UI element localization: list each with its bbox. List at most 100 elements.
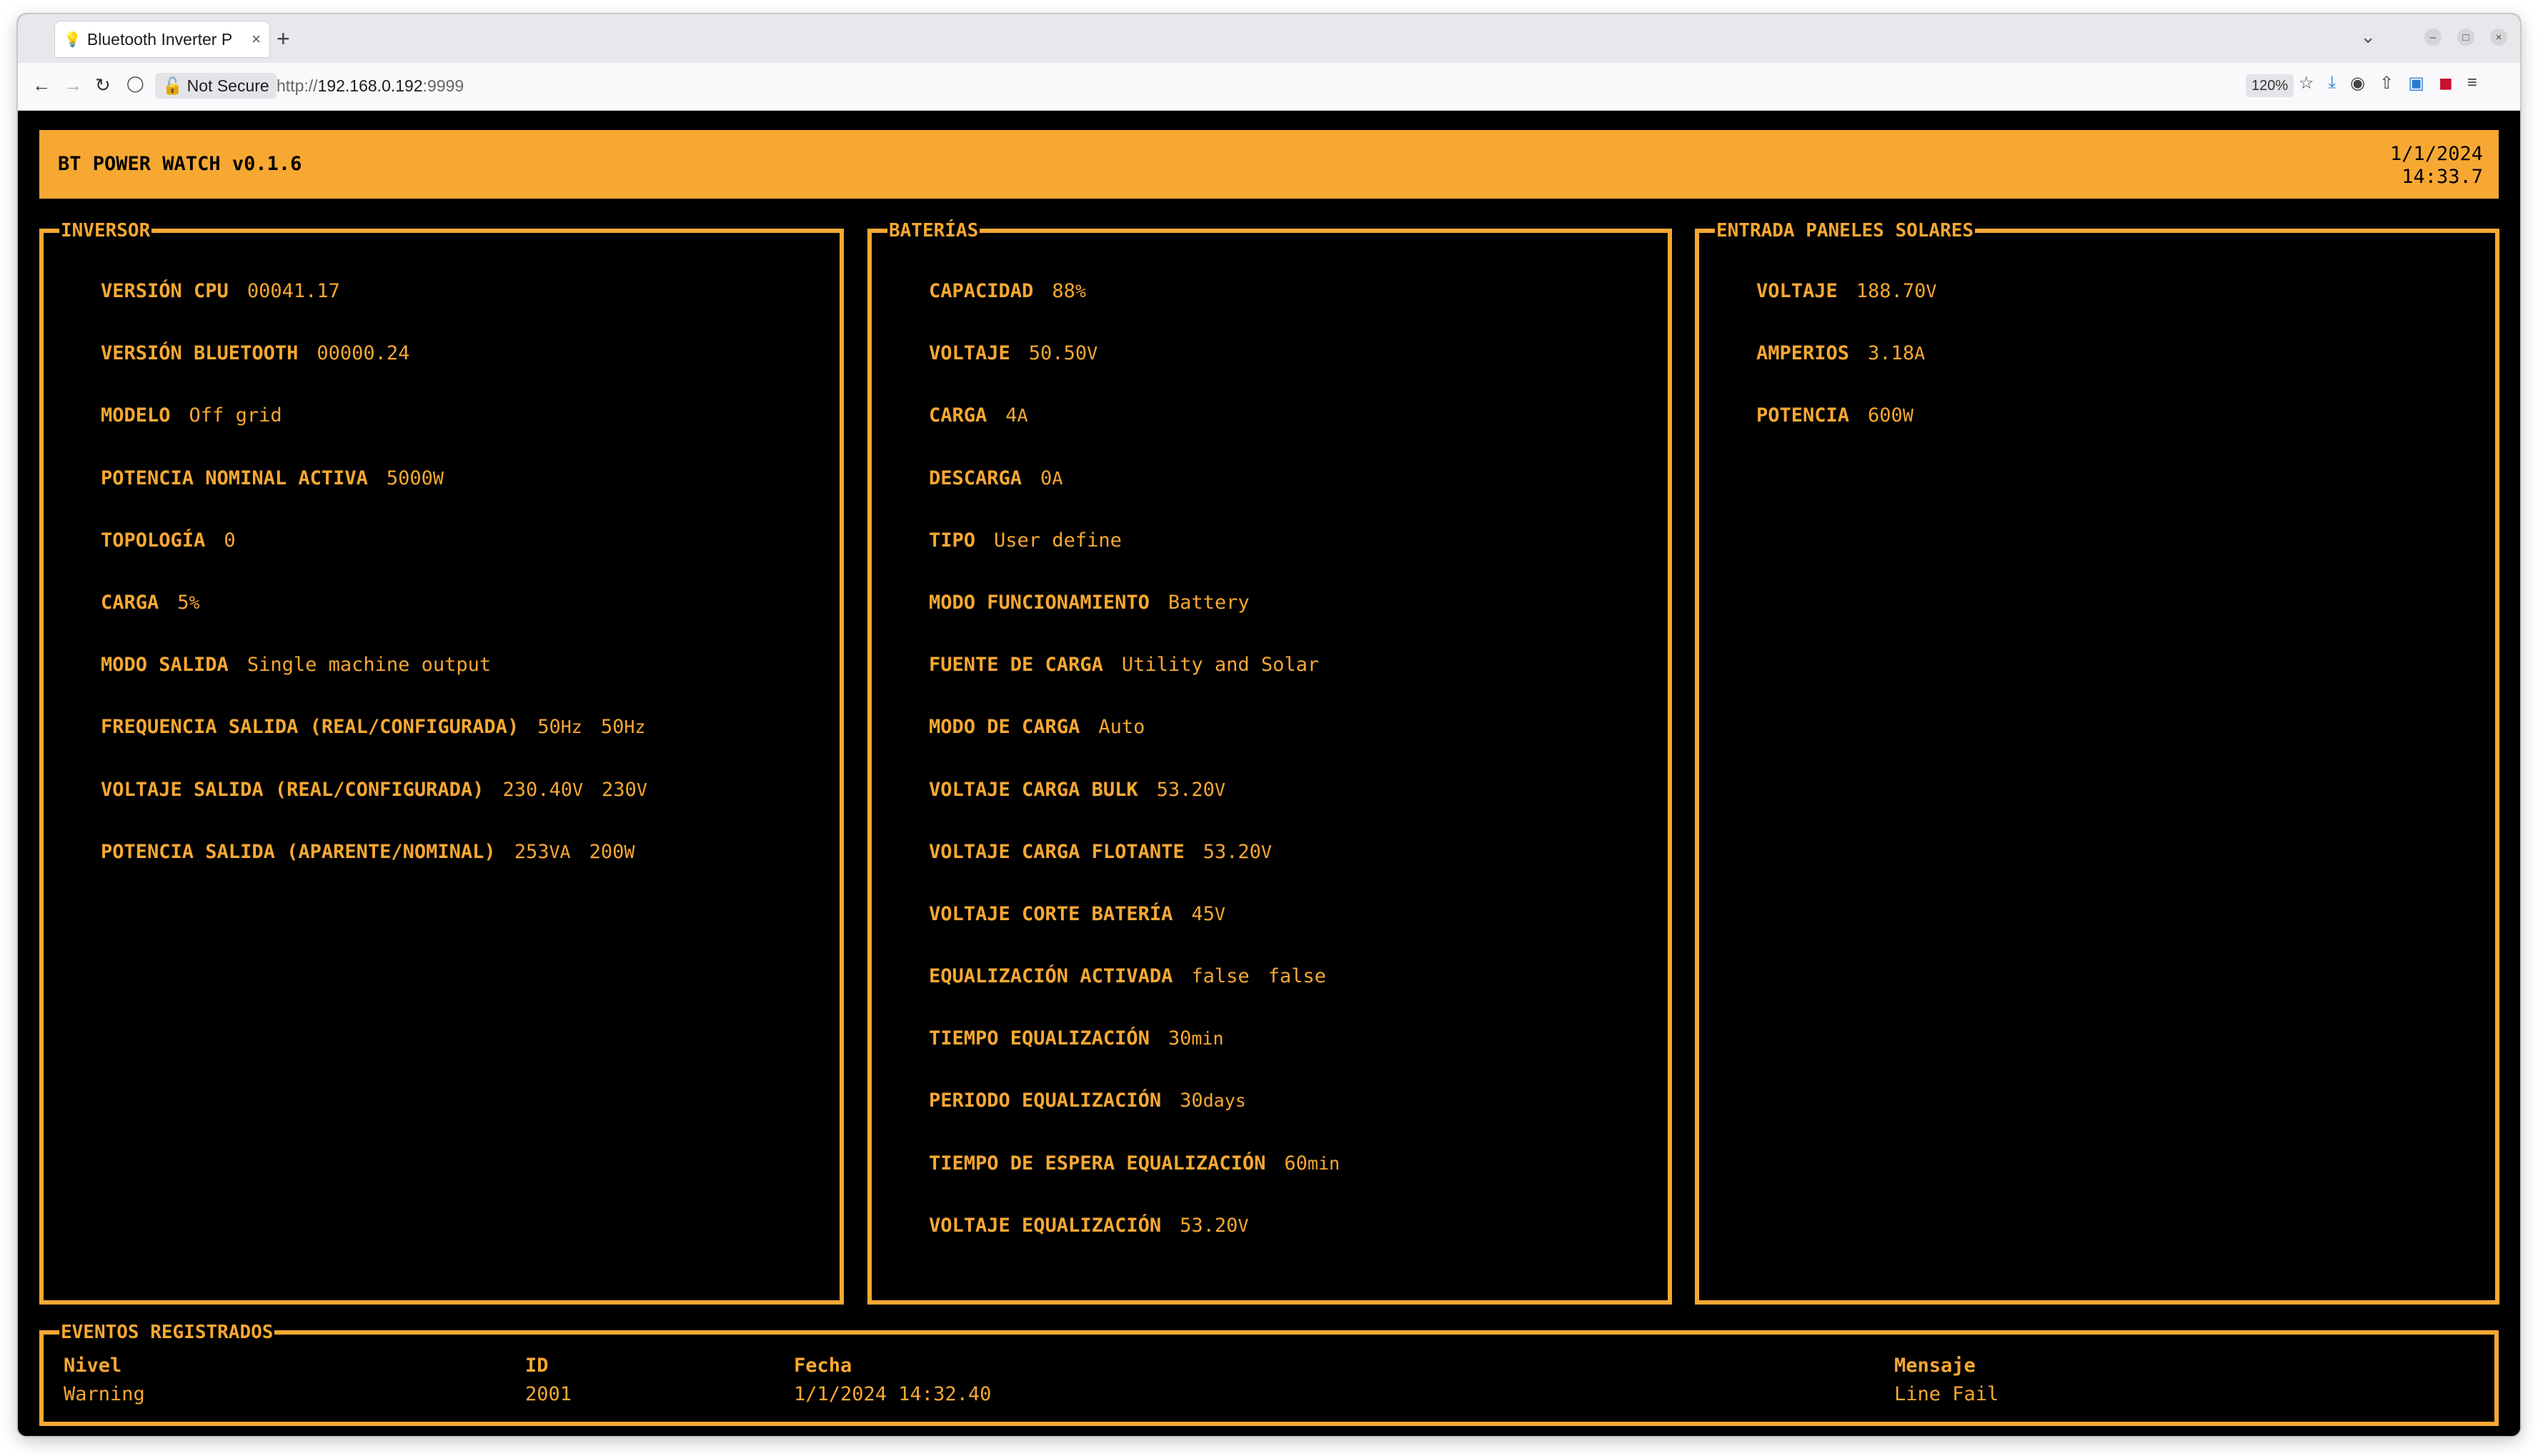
toolbar-icons: ☆ ⤓ ◉ ⇧ ▣ ◼ ≡: [2299, 73, 2477, 94]
field-value: 3.18A: [1868, 342, 1925, 364]
close-tab-icon[interactable]: ×: [252, 30, 261, 49]
reload-icon[interactable]: ↻: [95, 74, 111, 96]
value-unit: min: [1191, 1028, 1224, 1049]
list-item: VOLTAJE SALIDA (REAL/CONFIGURADA) 230.40V…: [101, 779, 666, 841]
navigation-bar: ← → ↻ ◯ 🔓 Not Secure http://192.168.0.19…: [18, 63, 2520, 111]
field-value: 00041.17: [247, 280, 340, 302]
tab-bar: 💡 Bluetooth Inverter P × + ⌄ – □ ×: [18, 14, 2520, 63]
chevron-down-icon[interactable]: ⌄: [2360, 26, 2376, 48]
list-item: FUENTE DE CARGA Utility and Solar: [929, 654, 1358, 716]
field-value: 30min: [1168, 1027, 1224, 1049]
list-item: VOLTAJE CARGA BULK 53.20V: [929, 779, 1358, 841]
ublock-icon[interactable]: ◼: [2439, 73, 2453, 94]
value-number: 253: [514, 840, 549, 863]
share-icon[interactable]: ⇧: [2379, 73, 2394, 94]
inversor-panel: INVERSOR VERSIÓN CPU 00041.17 VERSIÓN BLUE…: [39, 220, 844, 1305]
field-label: CARGA: [929, 404, 987, 427]
value-number: 30: [1180, 1089, 1203, 1112]
value-number: 3.18: [1868, 342, 1915, 365]
zoom-level-button[interactable]: 120%: [2246, 74, 2294, 97]
field-label: TIPO: [929, 529, 976, 552]
field-value: 53.20V: [1157, 779, 1225, 801]
app-header: BT POWER WATCH v0.1.6 1/1/2024 14:33.7: [39, 130, 2499, 199]
list-item: AMPERIOS 3.18A: [1756, 342, 1955, 404]
bitwarden-icon[interactable]: ▣: [2408, 73, 2424, 94]
value-number: 50: [600, 716, 624, 739]
shield-icon[interactable]: ◯: [126, 74, 144, 93]
browser-tab[interactable]: 💡 Bluetooth Inverter P ×: [55, 21, 269, 57]
value-unit: days: [1203, 1090, 1246, 1112]
header-nivel: Nivel: [64, 1355, 122, 1377]
list-item: MODO SALIDA Single machine output: [101, 654, 666, 716]
header-id: ID: [525, 1355, 549, 1377]
field-value: 253VA: [514, 841, 571, 863]
field-value: Auto: [1098, 716, 1145, 738]
new-tab-button[interactable]: +: [277, 26, 290, 52]
list-item: POTENCIA 600W: [1756, 404, 1955, 467]
value-number: 53.20: [1203, 840, 1261, 863]
back-arrow-icon[interactable]: ←: [32, 74, 51, 96]
bulb-favicon-icon: 💡: [64, 31, 81, 48]
field-value: 45V: [1191, 903, 1225, 925]
minimize-icon[interactable]: –: [2424, 29, 2442, 46]
value-unit: Hz: [560, 717, 582, 738]
field-value: User define: [994, 529, 1122, 552]
value-number: 230.40: [502, 778, 572, 801]
value-unit: VA: [549, 841, 571, 862]
field-value: 60min: [1284, 1152, 1340, 1175]
field-value: Off grid: [189, 404, 282, 427]
baterias-title: BATERÍAS: [887, 220, 980, 241]
value-unit: %: [189, 592, 200, 613]
maximize-icon[interactable]: □: [2457, 29, 2474, 46]
value-number: User define: [994, 529, 1122, 552]
field-value: Single machine output: [247, 654, 491, 676]
menu-icon[interactable]: ≡: [2467, 73, 2477, 94]
field-label: MODO SALIDA: [101, 654, 229, 677]
extension-icon[interactable]: ◉: [2350, 73, 2365, 94]
field-label: EQUALIZACIÓN ACTIVADA: [929, 965, 1173, 988]
solar-title: ENTRADA PANELES SOLARES: [1715, 220, 1976, 241]
star-icon[interactable]: ☆: [2299, 73, 2314, 94]
header-time: 14:33.7: [2402, 166, 2483, 188]
baterias-panel: BATERÍAS CAPACIDAD 88% VOLTAJE 50.50V CARGA 4…: [867, 220, 1672, 1305]
value-unit: W: [1902, 405, 1914, 427]
field-value: 200W: [589, 841, 635, 863]
value-unit: V: [1238, 1215, 1249, 1236]
forward-arrow-icon[interactable]: →: [64, 74, 82, 96]
list-item: VOLTAJE CORTE BATERÍA 45V: [929, 903, 1358, 965]
field-value: 188.70V: [1856, 280, 1937, 302]
list-item: VOLTAJE 188.70V: [1756, 280, 1955, 342]
url-field[interactable]: http://192.168.0.192:9999: [277, 76, 464, 96]
value-number: 4: [1005, 404, 1017, 427]
close-window-icon[interactable]: ×: [2490, 29, 2507, 46]
field-value: 600W: [1868, 404, 1914, 427]
value-number: 45: [1191, 902, 1215, 925]
field-label: FREQUENCIA SALIDA (REAL/CONFIGURADA): [101, 716, 519, 739]
field-label: VOLTAJE SALIDA (REAL/CONFIGURADA): [101, 778, 484, 801]
value-number: 53.20: [1180, 1214, 1238, 1237]
field-label: TIEMPO EQUALIZACIÓN: [929, 1027, 1150, 1050]
eventos-title: EVENTOS REGISTRADOS: [59, 1322, 275, 1343]
value-number: 50.50: [1028, 342, 1088, 365]
baterias-rows: CAPACIDAD 88% VOLTAJE 50.50V CARGA 4A DESCARGA…: [929, 280, 1358, 1277]
list-item: VOLTAJE EQUALIZACIÓN 53.20V: [929, 1215, 1358, 1277]
event-nivel: Warning: [64, 1383, 145, 1405]
url-port: :9999: [422, 76, 464, 95]
datetime: 1/1/2024 14:33.7: [2390, 143, 2483, 189]
value-number: Utility and Solar: [1121, 654, 1320, 677]
value-number: 88: [1052, 280, 1075, 302]
field-label: DESCARGA: [929, 467, 1022, 489]
value-unit: V: [572, 779, 584, 800]
value-number: Single machine output: [247, 654, 492, 677]
value-number: Auto: [1098, 716, 1145, 739]
value-number: 30: [1168, 1027, 1192, 1050]
list-item: EQUALIZACIÓN ACTIVADA false false: [929, 965, 1358, 1027]
security-indicator[interactable]: 🔓 Not Secure: [155, 73, 277, 99]
field-value: 5%: [177, 592, 199, 614]
download-icon[interactable]: ⤓: [2329, 73, 2337, 94]
field-value: Utility and Solar: [1122, 654, 1319, 676]
value-number: false: [1191, 965, 1250, 988]
lock-icon: 🔓: [162, 76, 183, 95]
window-controls: – □ ×: [2424, 29, 2507, 46]
field-label: TOPOLOGÍA: [101, 529, 206, 552]
